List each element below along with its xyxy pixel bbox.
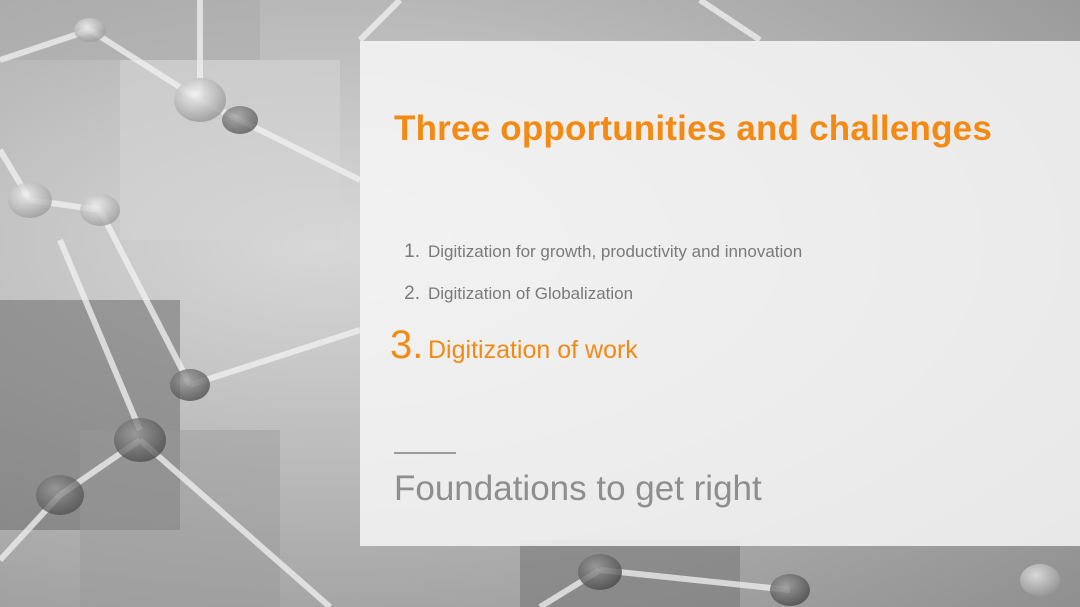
list-item-number: 1. [404, 241, 420, 262]
slide: Three opportunities and challenges 1. Di… [0, 0, 1080, 607]
slide-title: Three opportunities and challenges [394, 109, 993, 148]
list-item-number: 3. [390, 323, 424, 367]
list-item: 2. Digitization of Globalization [390, 283, 802, 325]
list-item-number: 2. [404, 283, 420, 304]
list-item-text: Digitization of Globalization [428, 284, 634, 303]
list-item-text: Digitization of work [428, 336, 638, 364]
section-title: Foundations to get right [394, 469, 762, 508]
content-panel: Three opportunities and challenges 1. Di… [360, 41, 1080, 546]
list-item-text: Digitization for growth, productivity an… [428, 242, 803, 261]
list-item: 1. Digitization for growth, productivity… [390, 241, 802, 283]
list-item-active: 3. Digitization of work [390, 323, 802, 368]
section-divider [394, 452, 456, 454]
opportunities-list: 1. Digitization for growth, productivity… [390, 241, 802, 368]
